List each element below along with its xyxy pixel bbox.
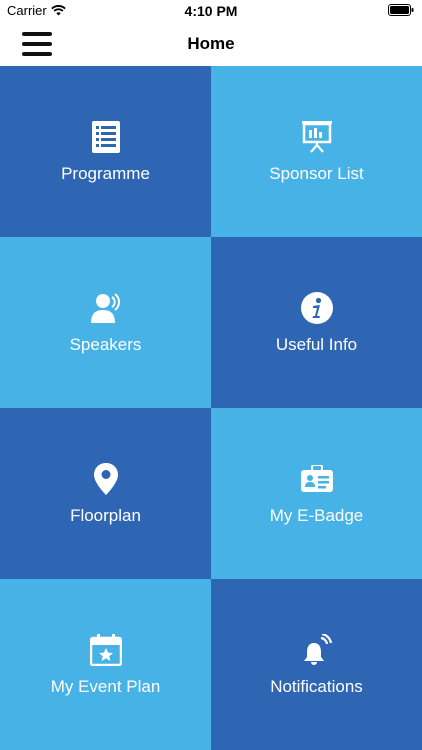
battery-icon [388, 4, 414, 16]
presentation-board-icon [300, 120, 334, 154]
speaker-person-icon [89, 291, 123, 325]
tile-notifications[interactable]: Notifications [211, 579, 422, 750]
tile-my-e-badge[interactable]: My E-Badge [211, 408, 422, 579]
tile-label: Floorplan [70, 505, 141, 525]
status-bar: Carrier 4:10 PM [0, 0, 422, 22]
tile-label: Speakers [69, 334, 142, 354]
status-time: 4:10 PM [184, 3, 238, 19]
bell-ringing-icon [300, 633, 334, 667]
tile-my-event-plan[interactable]: My Event Plan [0, 579, 211, 750]
tile-speakers[interactable]: Speakers [0, 237, 211, 408]
tile-label: My Event Plan [50, 676, 161, 696]
list-icon [89, 120, 123, 154]
tile-floorplan[interactable]: Floorplan [0, 408, 211, 579]
tile-useful-info[interactable]: Useful Info [211, 237, 422, 408]
tile-sponsor-list[interactable]: Sponsor List [211, 66, 422, 237]
tile-label: Sponsor List [269, 163, 364, 183]
tile-programme[interactable]: Programme [0, 66, 211, 237]
tile-label: Notifications [270, 676, 363, 696]
tile-label: My E-Badge [269, 505, 364, 525]
home-grid: Programme Sponsor List Speakers Useful I… [0, 66, 422, 750]
tile-label: Useful Info [275, 334, 358, 354]
map-pin-icon [89, 462, 123, 496]
calendar-star-icon [89, 633, 123, 667]
id-badge-icon [300, 462, 334, 496]
info-icon [300, 291, 334, 325]
navigation-bar: Home [0, 22, 422, 67]
page-title: Home [187, 34, 235, 53]
tile-label: Programme [61, 163, 150, 183]
